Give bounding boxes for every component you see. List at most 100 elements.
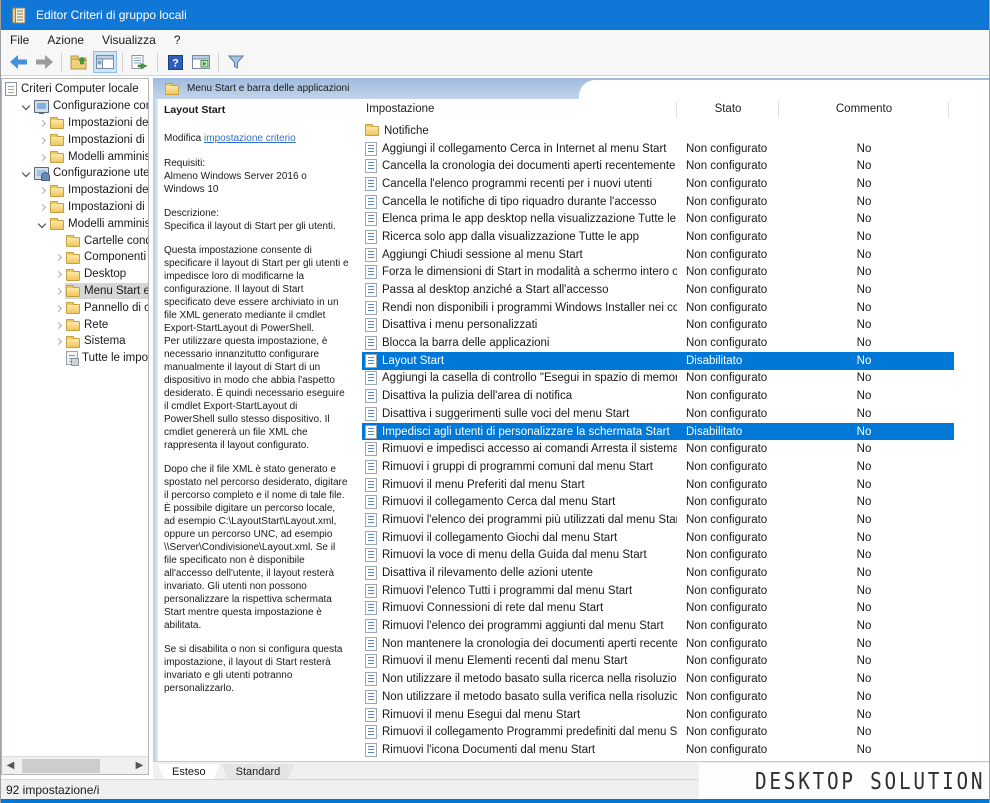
table-row[interactable]: Rimuovi il collegamento Programmi predef… <box>362 723 954 741</box>
tree-item[interactable]: Configurazione com <box>2 98 148 115</box>
table-row[interactable]: Rimuovi Connessioni di rete dal menu Sta… <box>362 600 954 618</box>
expander-icon[interactable] <box>52 249 65 265</box>
scroll-left-icon[interactable]: ◀ <box>2 758 19 774</box>
policy-paragraph: Questa impostazione consente di specific… <box>164 244 349 452</box>
table-row[interactable]: Aggiungi il collegamento Cerca in Intern… <box>362 140 954 158</box>
column-divider[interactable] <box>948 102 949 118</box>
menu-visualizza[interactable]: Visualizza <box>93 30 165 49</box>
tree-item[interactable]: Modelli amminist <box>2 215 148 232</box>
filter-icon[interactable] <box>224 51 248 73</box>
expander-icon[interactable] <box>52 300 65 316</box>
expander-icon[interactable] <box>36 132 49 148</box>
table-row[interactable]: Rimuovi il collegamento Cerca dal menu S… <box>362 493 954 511</box>
table-row[interactable]: Impedisci agli utenti di personalizzare … <box>362 423 954 441</box>
table-row[interactable]: Layout Start Disabilitato No <box>362 352 954 370</box>
table-row[interactable]: Aggiungi la casella di controllo "Esegui… <box>362 370 954 388</box>
tree-item[interactable]: Impostazioni del <box>2 115 148 132</box>
expander-icon[interactable] <box>52 317 65 333</box>
menu-azione[interactable]: Azione <box>38 30 93 49</box>
table-row[interactable]: Cancella le notifiche di tipo riquadro d… <box>362 193 954 211</box>
column-divider[interactable] <box>778 102 779 118</box>
table-row[interactable]: Cancella la cronologia dei documenti ape… <box>362 157 954 175</box>
table-row[interactable]: Passa al desktop anziché a Start all'acc… <box>362 281 954 299</box>
menu-help[interactable]: ? <box>165 30 190 49</box>
table-row[interactable]: Rendi non disponibili i programmi Window… <box>362 299 954 317</box>
table-row[interactable]: Disattiva i suggerimenti sulle voci del … <box>362 405 954 423</box>
tree-item[interactable]: Sistema <box>2 333 148 350</box>
tree-item[interactable]: Impostazioni del <box>2 182 148 199</box>
edit-policy-link[interactable]: impostazione criterio <box>204 133 296 144</box>
table-row[interactable]: Rimuovi i gruppi di programmi comuni dal… <box>362 458 954 476</box>
expander-icon[interactable] <box>36 182 49 198</box>
column-header-commento[interactable]: Commento <box>779 103 949 115</box>
titlebar[interactable]: Editor Criteri di gruppo locali <box>1 0 989 30</box>
menu-file[interactable]: File <box>1 30 38 49</box>
table-row[interactable]: Blocca la barra delle applicazioni Non c… <box>362 334 954 352</box>
scrollbar-thumb[interactable] <box>22 759 100 773</box>
table-row[interactable]: Non utilizzare il metodo basato sulla ri… <box>362 670 954 688</box>
setting-name: Cancella la cronologia dei documenti ape… <box>382 160 677 172</box>
table-row[interactable]: Non utilizzare il metodo basato sulla ve… <box>362 688 954 706</box>
tree-item[interactable]: Impostazioni di V <box>2 131 148 148</box>
setting-state: Non configurato <box>677 602 779 614</box>
table-row[interactable]: Notifiche <box>362 122 954 140</box>
table-row[interactable]: Ricerca solo app dalla visualizzazione T… <box>362 228 954 246</box>
setting-name: Disattiva il rilevamento delle azioni ut… <box>382 567 677 579</box>
tree-item[interactable]: Cartelle cond <box>2 232 148 249</box>
expander-icon[interactable] <box>36 115 49 131</box>
expander-icon[interactable] <box>36 199 49 215</box>
table-row[interactable]: Rimuovi e impedisci accesso ai comandi A… <box>362 440 954 458</box>
scroll-right-icon[interactable]: ▶ <box>131 758 148 774</box>
help-icon[interactable]: ? <box>163 51 187 73</box>
expander-icon[interactable] <box>20 165 33 181</box>
export-list-icon[interactable] <box>128 51 152 73</box>
setting-comment: No <box>779 319 949 331</box>
tree-item[interactable]: Menu Start e <box>2 283 148 300</box>
tree-item[interactable]: Impostazioni di V <box>2 199 148 216</box>
tree-horizontal-scrollbar[interactable]: ◀ ▶ <box>2 756 148 774</box>
table-row[interactable]: Disattiva la pulizia dell'area di notifi… <box>362 387 954 405</box>
tree-item[interactable]: Modelli amminist <box>2 148 148 165</box>
tree-item[interactable]: Desktop <box>2 266 148 283</box>
column-divider[interactable] <box>676 102 677 118</box>
table-row[interactable]: Non mantenere la cronologia dei document… <box>362 635 954 653</box>
tree-item[interactable]: Rete <box>2 316 148 333</box>
table-row[interactable]: Forza le dimensioni di Start in modalità… <box>362 264 954 282</box>
setting-comment: No <box>779 249 949 261</box>
expander-icon[interactable] <box>36 149 49 165</box>
back-icon[interactable] <box>6 51 30 73</box>
column-header-impostazione[interactable]: Impostazione <box>366 103 434 115</box>
table-row[interactable]: Rimuovi l'icona Documenti dal menu Start… <box>362 741 954 759</box>
column-header-stato[interactable]: Stato <box>677 103 779 115</box>
table-row[interactable]: Rimuovi l'elenco dei programmi più utili… <box>362 511 954 529</box>
table-row[interactable]: Rimuovi il menu Elementi recenti dal men… <box>362 653 954 671</box>
tree-item[interactable]: Componenti <box>2 249 148 266</box>
tree-item[interactable]: Pannello di co <box>2 299 148 316</box>
expander-icon[interactable] <box>52 333 65 349</box>
table-row[interactable]: Disattiva il rilevamento delle azioni ut… <box>362 564 954 582</box>
expander-icon[interactable] <box>52 266 65 282</box>
table-row[interactable]: Rimuovi la voce di menu della Guida dal … <box>362 547 954 565</box>
setting-state: Non configurato <box>677 443 779 455</box>
table-row[interactable]: Rimuovi il menu Preferiti dal menu Start… <box>362 476 954 494</box>
table-row[interactable]: Cancella l'elenco programmi recenti per … <box>362 175 954 193</box>
up-one-level-icon[interactable] <box>67 51 91 73</box>
tree-item[interactable]: Configurazione utent <box>2 165 148 182</box>
setting-name: Rimuovi il menu Esegui dal menu Start <box>382 709 677 721</box>
show-console-tree-icon[interactable] <box>93 51 117 73</box>
tree-item[interactable]: Tutte le impo <box>2 350 148 367</box>
expander-icon[interactable] <box>20 98 33 114</box>
table-row[interactable]: Elenca prima le app desktop nella visual… <box>362 210 954 228</box>
table-row[interactable]: Aggiungi Chiudi sessione al menu Start N… <box>362 246 954 264</box>
table-row[interactable]: Rimuovi l'elenco dei programmi aggiunti … <box>362 617 954 635</box>
table-row[interactable]: Rimuovi l'elenco Tutti i programmi dal m… <box>362 582 954 600</box>
forward-icon[interactable] <box>32 51 56 73</box>
expander-icon[interactable] <box>52 283 65 299</box>
tree-item[interactable]: Criteri Computer locale <box>2 81 148 98</box>
expander-icon[interactable] <box>36 216 49 232</box>
table-row[interactable]: Rimuovi il menu Esegui dal menu Start No… <box>362 706 954 724</box>
table-row[interactable]: Rimuovi il collegamento Giochi dal menu … <box>362 529 954 547</box>
extended-view-icon[interactable] <box>189 51 213 73</box>
table-row[interactable]: Disattiva i menu personalizzati Non conf… <box>362 317 954 335</box>
tree-item-label: Configurazione utent <box>53 167 148 179</box>
